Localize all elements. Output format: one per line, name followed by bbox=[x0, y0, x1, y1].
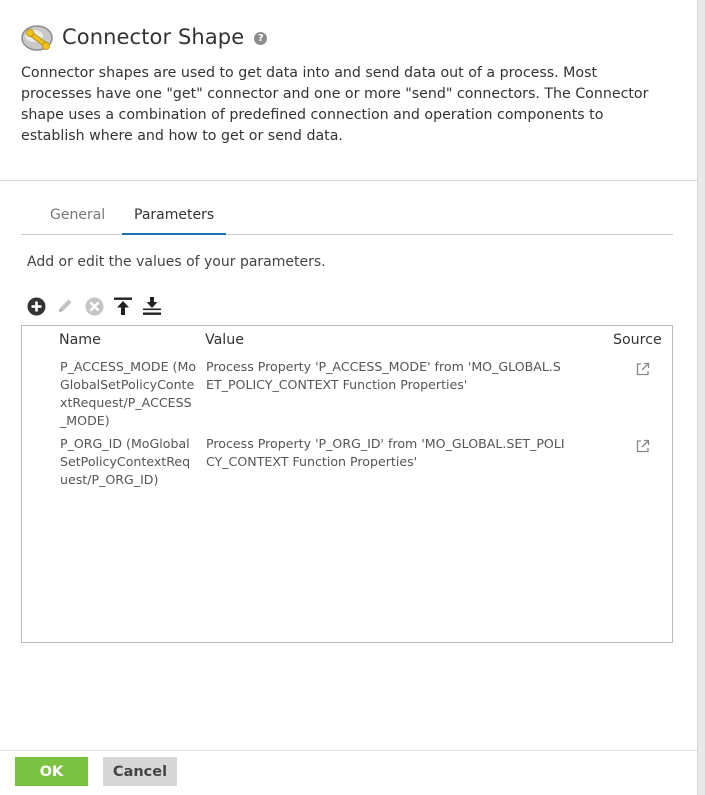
dialog-footer: OK Cancel bbox=[0, 750, 697, 795]
external-link-icon[interactable] bbox=[635, 438, 651, 454]
dialog-header: Connector Shape ? Connector shapes are u… bbox=[0, 0, 697, 181]
edit-icon[interactable] bbox=[55, 296, 75, 316]
title-row: Connector Shape ? bbox=[20, 20, 268, 54]
column-header-source[interactable]: Source bbox=[613, 332, 662, 348]
cancel-button[interactable]: Cancel bbox=[103, 757, 177, 786]
external-link-icon[interactable] bbox=[635, 361, 651, 377]
tab-parameters[interactable]: Parameters bbox=[122, 207, 227, 235]
tab-bar: General Parameters bbox=[21, 201, 673, 235]
dialog-description: Connector shapes are used to get data in… bbox=[21, 65, 649, 144]
ok-button[interactable]: OK bbox=[15, 757, 88, 786]
tab-general[interactable]: General bbox=[38, 207, 117, 234]
move-to-top-icon[interactable] bbox=[113, 296, 133, 316]
parameter-value: Process Property 'P_ACCESS_MODE' from 'M… bbox=[206, 359, 561, 392]
window-edge-scrollbar bbox=[697, 0, 705, 795]
delete-icon[interactable] bbox=[84, 296, 104, 316]
help-icon[interactable]: ? bbox=[254, 31, 268, 45]
parameter-name: P_ORG_ID (MoGlobalSetPolicyContextReques… bbox=[60, 436, 191, 487]
table-row[interactable]: P_ORG_ID (MoGlobalSetPolicyContextReques… bbox=[22, 435, 672, 493]
parameters-table: Name Value Source P_ACCESS_MODE (MoGloba… bbox=[21, 325, 673, 643]
add-icon[interactable] bbox=[26, 296, 46, 316]
parameter-value: Process Property 'P_ORG_ID' from 'MO_GLO… bbox=[206, 436, 565, 469]
table-row[interactable]: P_ACCESS_MODE (MoGlobalSetPolicyContextR… bbox=[22, 358, 672, 434]
parameters-instructions: Add or edit the values of your parameter… bbox=[27, 254, 326, 270]
connector-shape-icon bbox=[20, 20, 56, 54]
parameter-name: P_ACCESS_MODE (MoGlobalSetPolicyContextR… bbox=[60, 359, 197, 428]
move-to-bottom-icon[interactable] bbox=[142, 296, 162, 316]
parameters-toolbar bbox=[26, 295, 171, 317]
column-header-value[interactable]: Value bbox=[205, 332, 244, 348]
dialog-title: Connector Shape bbox=[62, 25, 245, 49]
column-header-name[interactable]: Name bbox=[59, 332, 101, 348]
